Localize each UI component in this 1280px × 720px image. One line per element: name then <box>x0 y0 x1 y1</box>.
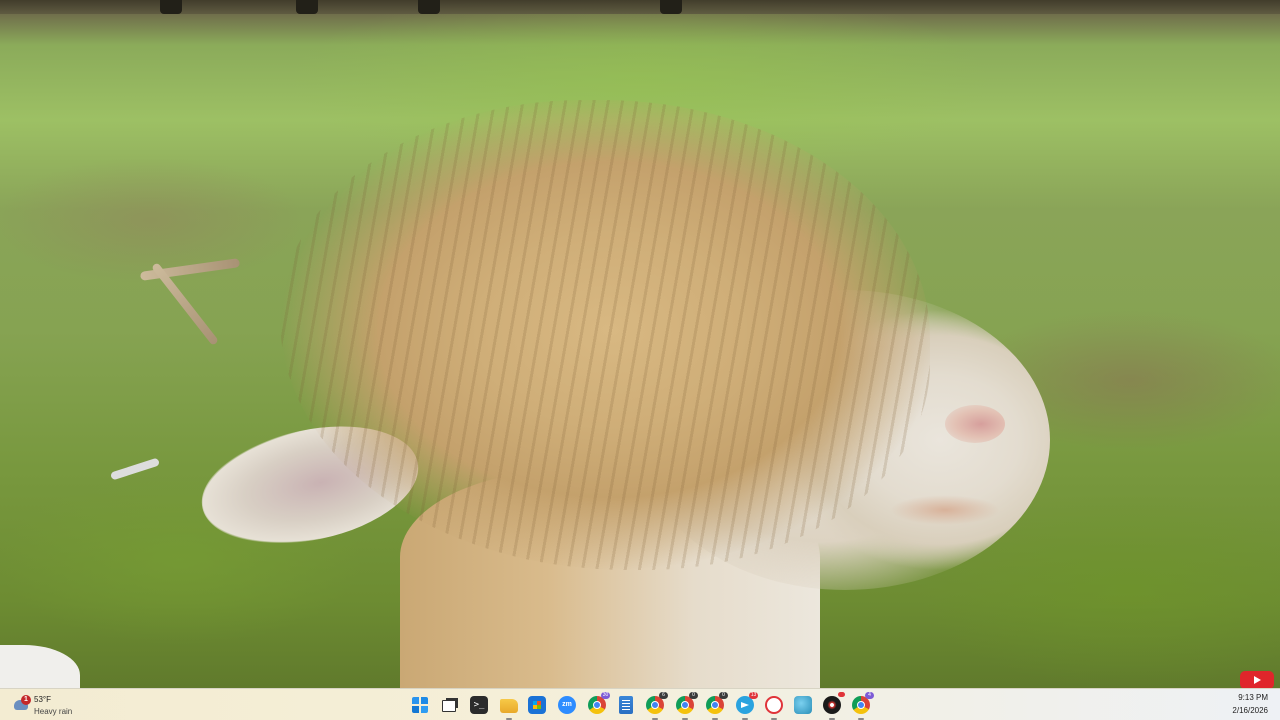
notification-badge: 13 <box>749 692 758 699</box>
windows-start-icon[interactable] <box>412 697 428 713</box>
terminal-icon[interactable]: >_ <box>470 696 488 714</box>
notification-badge: 4 <box>865 692 874 699</box>
chrome-icon[interactable]: 0 <box>706 692 728 714</box>
folder-icon[interactable] <box>500 699 518 713</box>
chrome-icon[interactable]: 30 <box>588 692 610 714</box>
system-clock[interactable]: 9:13 PM 2/16/2026 <box>1208 693 1268 715</box>
globe-icon[interactable] <box>794 696 812 714</box>
spinner-icon[interactable] <box>765 696 783 714</box>
zoom-icon[interactable]: zm <box>558 696 576 714</box>
clock-date: 2/16/2026 <box>1232 706 1268 715</box>
fence-post <box>418 0 440 14</box>
chrome-icon[interactable]: 4 <box>852 692 874 714</box>
notification-badge: 6 <box>659 692 668 699</box>
stick <box>109 457 161 481</box>
notification-badge: 0 <box>689 692 698 699</box>
fence-post <box>296 0 318 14</box>
store-icon[interactable] <box>528 696 546 714</box>
fence-post <box>160 0 182 14</box>
weather-widget[interactable]: 1 53°F Heavy rain <box>10 691 100 719</box>
taskbar: 1 53°F Heavy rain >_ zm 30 6 0 0 13 4 9:… <box>0 688 1280 720</box>
fence-post <box>660 0 682 14</box>
desktop-wallpaper <box>0 0 1280 688</box>
clock-time: 9:13 PM <box>1238 693 1268 702</box>
alpaca-nose <box>945 405 1005 443</box>
notepad-icon[interactable] <box>619 696 633 714</box>
task-view-icon[interactable] <box>442 700 456 712</box>
chrome-icon[interactable]: 0 <box>676 692 698 714</box>
notification-badge <box>838 692 845 697</box>
chrome-icon[interactable]: 6 <box>646 692 668 714</box>
notification-badge: 0 <box>719 692 728 699</box>
alpaca-mouth <box>890 495 1000 525</box>
weather-temperature: 53°F <box>34 695 51 704</box>
background-fence <box>0 0 1280 14</box>
weather-alert-badge: 1 <box>21 695 31 705</box>
white-object <box>0 645 80 688</box>
telegram-icon[interactable]: 13 <box>736 692 758 714</box>
ring-icon[interactable] <box>823 692 845 714</box>
notification-badge: 30 <box>601 692 610 699</box>
weather-condition: Heavy rain <box>34 707 73 716</box>
youtube-icon[interactable] <box>1240 671 1274 689</box>
